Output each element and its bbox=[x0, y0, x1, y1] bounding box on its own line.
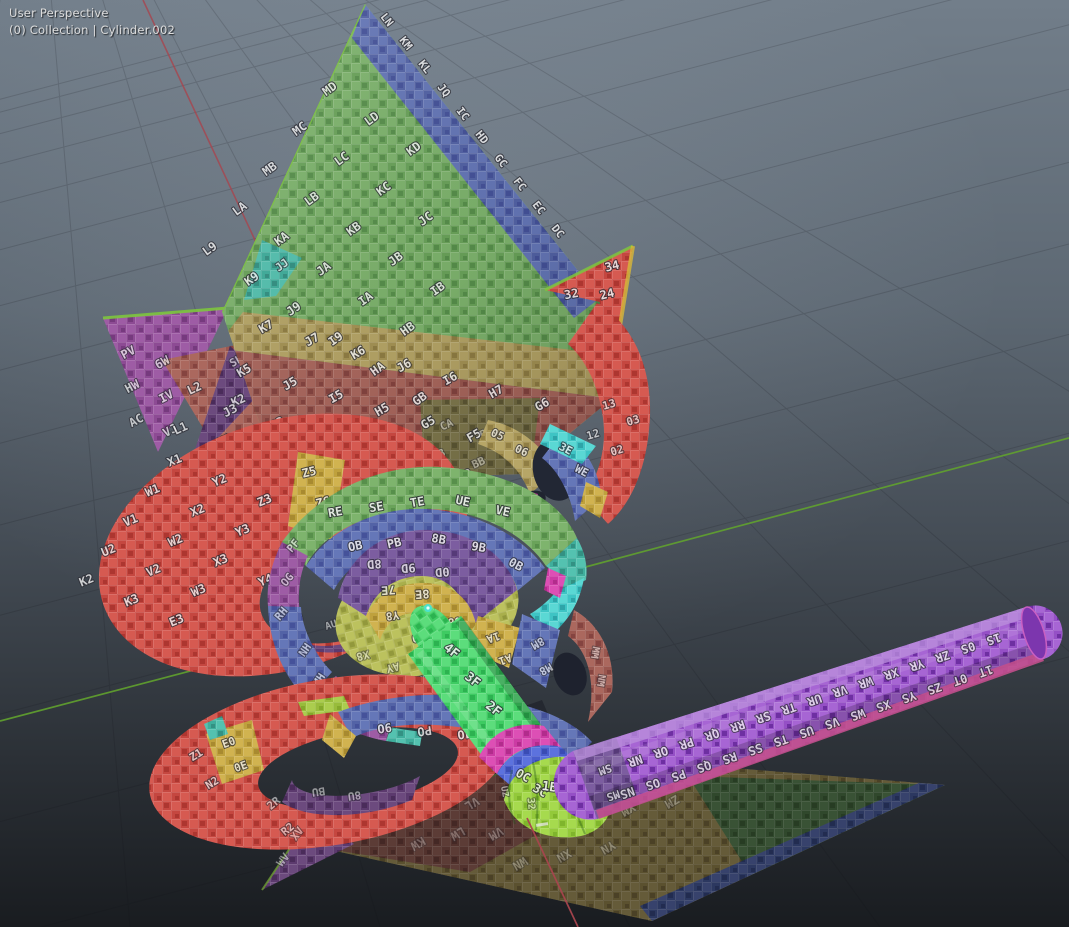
svg-text:9D: 9D bbox=[401, 561, 416, 576]
svg-text:8B: 8B bbox=[430, 531, 447, 547]
view-mode-label: User Perspective bbox=[9, 5, 175, 22]
svg-text:VE: VE bbox=[494, 503, 511, 520]
svg-text:NM: NM bbox=[594, 674, 607, 688]
svg-text:OB: OB bbox=[347, 538, 364, 555]
svg-text:SE: SE bbox=[368, 499, 385, 515]
svg-text:8E: 8E bbox=[415, 587, 430, 602]
svg-text:8U: 8U bbox=[347, 788, 362, 803]
svg-text:MM: MM bbox=[588, 646, 601, 660]
svg-text:9B: 9B bbox=[470, 539, 487, 555]
blender-3d-viewport[interactable]: PV6WHWIVACVJSHG9L2K2J2L1K1J1 LNKMKLJQICH… bbox=[0, 0, 1069, 927]
svg-text:0D: 0D bbox=[435, 565, 450, 580]
svg-text:RE: RE bbox=[327, 504, 344, 520]
svg-text:PB: PB bbox=[386, 535, 403, 552]
svg-text:7E: 7E bbox=[381, 583, 396, 598]
svg-text:32: 32 bbox=[524, 797, 536, 810]
object-origin-dot-core bbox=[426, 606, 429, 609]
viewport-overlay-text: User Perspective (0) Collection | Cylind… bbox=[9, 5, 175, 39]
svg-text:9O: 9O bbox=[376, 720, 392, 736]
svg-text:Y8: Y8 bbox=[385, 608, 400, 623]
breadcrumb: (0) Collection | Cylinder.002 bbox=[9, 22, 175, 39]
viewport-canvas[interactable]: PV6WHWIVACVJSHG9L2K2J2L1K1J1 LNKMKLJQICH… bbox=[0, 0, 1069, 927]
svg-text:TE: TE bbox=[409, 494, 426, 510]
svg-text:8D: 8D bbox=[367, 557, 382, 572]
svg-text:32: 32 bbox=[563, 286, 580, 302]
svg-text:UE: UE bbox=[454, 493, 471, 510]
svg-text:PO: PO bbox=[416, 723, 432, 739]
svg-text:BU: BU bbox=[311, 784, 326, 799]
